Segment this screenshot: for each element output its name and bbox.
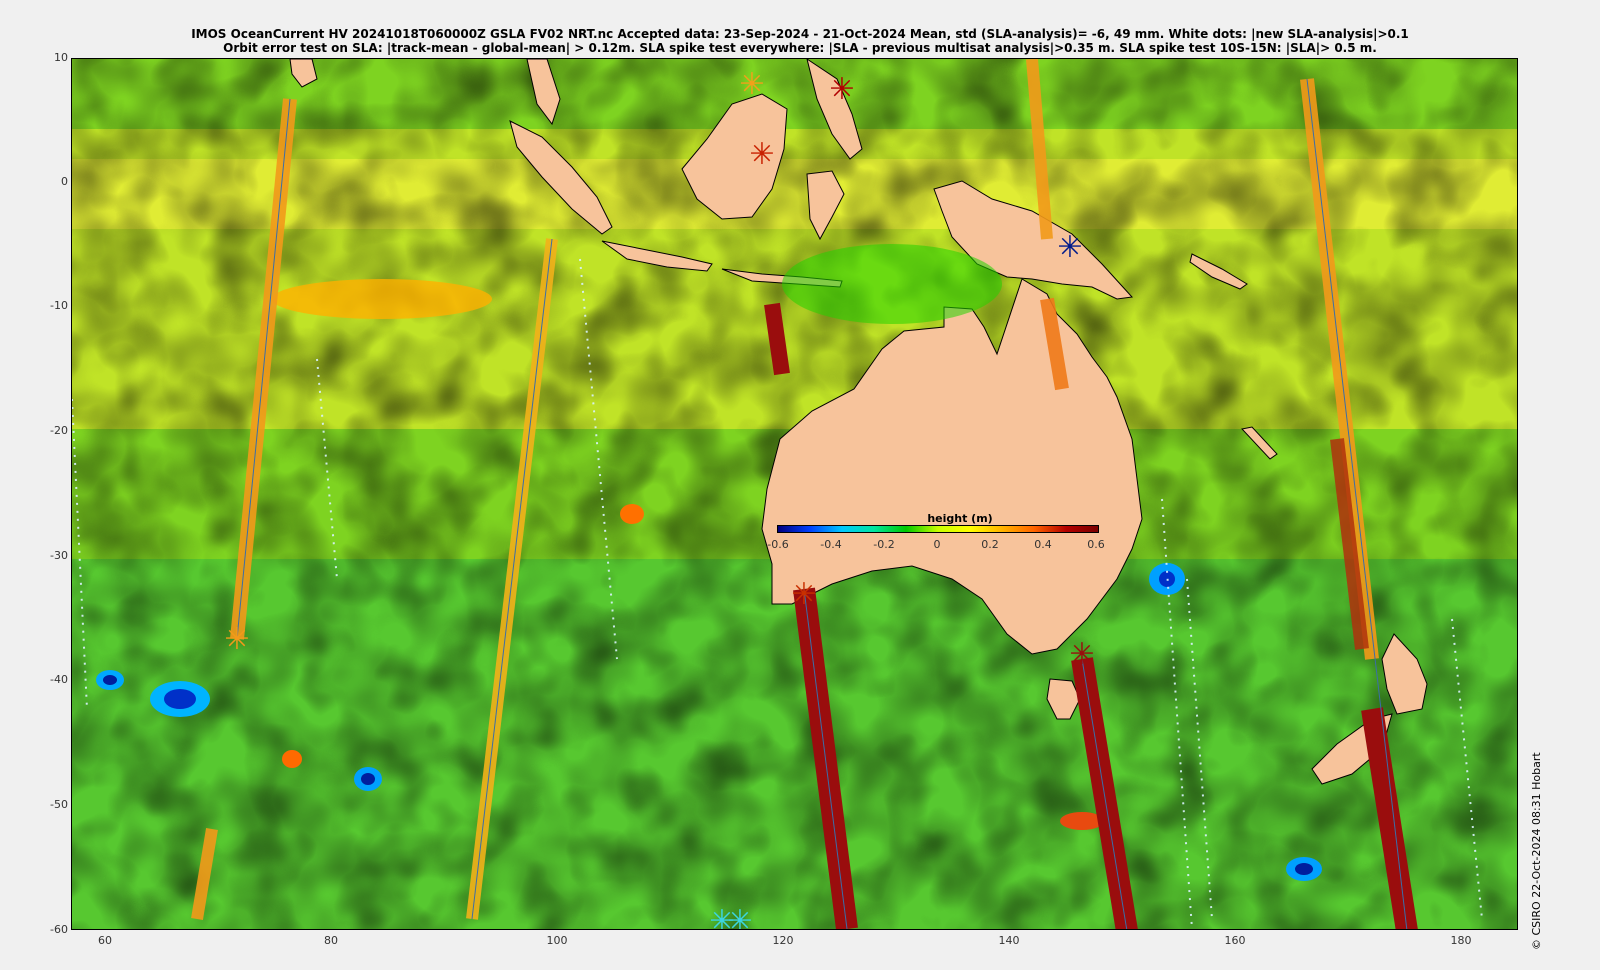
- y-tick-label: -20: [50, 424, 68, 437]
- title-line-1: IMOS OceanCurrent HV 20241018T060000Z GS…: [191, 27, 1409, 41]
- spike-marker-cyan: ✳: [727, 904, 752, 930]
- spike-marker-blue: ✳: [1057, 230, 1082, 265]
- spike-marker-red: ✳: [829, 72, 854, 107]
- colorbar-tick: 0.6: [1087, 538, 1105, 551]
- colorbar: [777, 525, 1099, 533]
- track-red-1: [764, 302, 790, 376]
- colorbar-tick: 0: [933, 538, 941, 551]
- y-tick-label: -50: [50, 798, 68, 811]
- colorbar-tick: -0.4: [820, 538, 842, 551]
- colorbar-title: height (m): [927, 512, 993, 525]
- spike-marker-orange: ✳: [739, 67, 764, 102]
- x-tick-label: 120: [772, 934, 794, 947]
- shelf-anomaly: [782, 244, 1002, 324]
- spike-marker-red: ✳: [1069, 637, 1094, 672]
- colorbar-tick: -0.6: [767, 538, 789, 551]
- sla-map: ✳ ✳ ✳ ✳ ✳ ✳ ✳ ✳ ✳: [71, 58, 1518, 930]
- colorbar-tick: -0.2: [873, 538, 895, 551]
- x-tick-label: 60: [98, 934, 112, 947]
- y-tick-label: -60: [50, 923, 68, 936]
- x-tick-label: 100: [546, 934, 568, 947]
- spike-marker-red: ✳: [791, 577, 816, 612]
- sla-map-canvas: ✳ ✳ ✳ ✳ ✳ ✳ ✳ ✳ ✳: [72, 59, 1517, 930]
- y-tick-label: -30: [50, 549, 68, 562]
- y-tick-label: 0: [61, 175, 68, 188]
- credit-label: © CSIRO 22-Oct-2024 08:31 Hobart: [1530, 752, 1543, 950]
- y-tick-label: 10: [54, 51, 68, 64]
- x-tick-label: 160: [1224, 934, 1246, 947]
- x-tick-label: 80: [324, 934, 338, 947]
- y-tick-label: -10: [50, 299, 68, 312]
- spike-marker-red: ✳: [749, 137, 774, 172]
- x-tick-label: 180: [1450, 934, 1472, 947]
- y-tick-label: -40: [50, 673, 68, 686]
- spike-marker-orange: ✳: [224, 622, 249, 657]
- title-line-2: Orbit error test on SLA: |track-mean - g…: [223, 41, 1377, 55]
- x-tick-label: 140: [998, 934, 1020, 947]
- colorbar-tick: 0.4: [1034, 538, 1052, 551]
- colorbar-tick: 0.2: [981, 538, 999, 551]
